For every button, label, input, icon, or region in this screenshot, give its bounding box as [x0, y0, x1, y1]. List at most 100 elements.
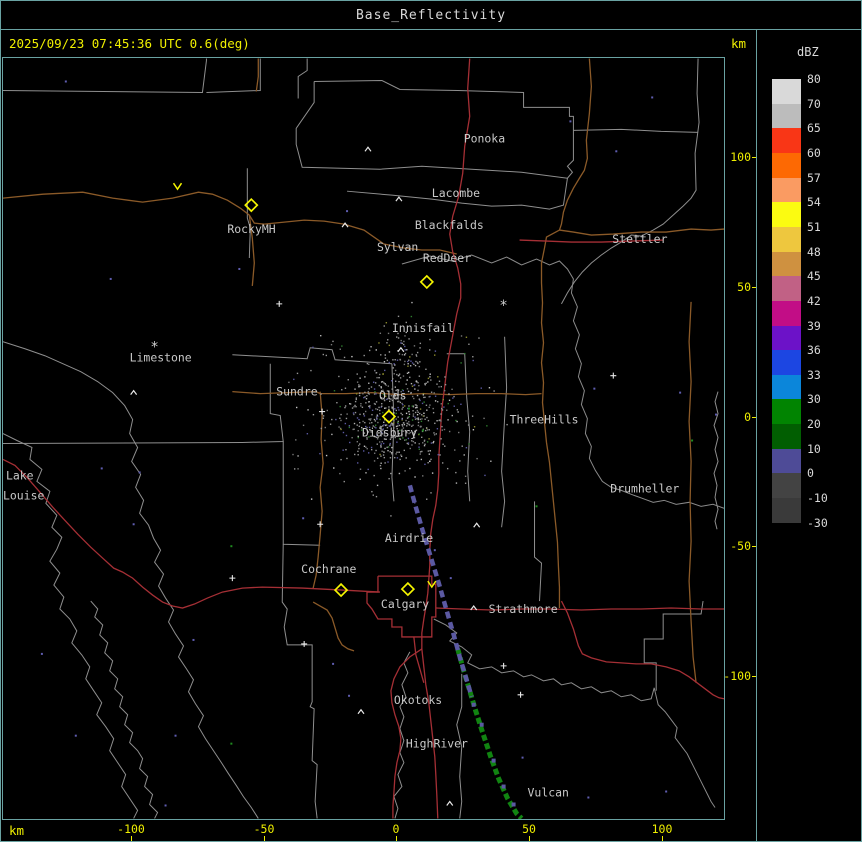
- city-label: Louise: [3, 488, 44, 502]
- caret-marker-icon: [395, 196, 403, 202]
- right-axis-tick-label: -100: [723, 669, 751, 683]
- streak-echo-bead: [471, 702, 476, 707]
- legend-tick-label: 70: [807, 96, 821, 111]
- noise-speck-green: [407, 407, 410, 410]
- legend-unit-label: dBZ: [797, 45, 819, 59]
- bottom-axis-tick-label: 0: [392, 822, 400, 836]
- noise-speck-blue: [346, 210, 349, 213]
- legend-swatch: [772, 424, 801, 450]
- city-label: Lake: [6, 468, 34, 482]
- legend-tick-label: -10: [807, 491, 828, 506]
- radar-site-diamond-icon[interactable]: [419, 274, 435, 290]
- noise-speck-blue: [593, 387, 596, 390]
- city-label: Stettler: [612, 232, 667, 246]
- secondary-road-line: [688, 301, 697, 683]
- bottom-axis-tick-label: 100: [651, 822, 673, 836]
- city-label: Limestone: [130, 351, 192, 365]
- noise-speck-blue: [348, 694, 351, 697]
- city-label: Ponoka: [464, 131, 505, 145]
- noise-speck-blue: [679, 391, 682, 394]
- city-label: Strathmore: [489, 602, 558, 616]
- bottom-axis-unit-label: km: [9, 823, 25, 838]
- noise-speck-blue: [332, 662, 335, 665]
- city-label: RockyMH: [227, 222, 275, 236]
- noise-speck-blue: [569, 120, 572, 123]
- legend-swatch: [772, 498, 801, 524]
- radar-site-diamond-icon[interactable]: [400, 581, 416, 597]
- county-boundary-line: [713, 391, 719, 530]
- county-boundary-line: [573, 128, 699, 133]
- noise-speck-blue: [100, 467, 103, 470]
- legend-swatch: [772, 103, 801, 129]
- noise-speck-blue: [174, 734, 177, 737]
- caret-marker-icon: [357, 708, 365, 715]
- county-boundary-line: [90, 600, 159, 819]
- county-boundary-line: [232, 347, 392, 365]
- secondary-road-line: [255, 58, 259, 92]
- caret-marker-icon: [364, 146, 372, 152]
- county-boundary-line: [643, 600, 704, 691]
- bottom-axis-tick-label: 50: [522, 822, 536, 836]
- legend-tick-label: 39: [807, 318, 821, 333]
- highway-line: [3, 458, 380, 609]
- radar-map-canvas[interactable]: **PonokaLacombeBlackfaldsSylvanRedDeerRo…: [3, 58, 724, 819]
- county-boundary-line: [281, 544, 318, 819]
- plus-marker-icon: [610, 372, 617, 379]
- legend-tick-label: 33: [807, 367, 821, 382]
- reflectivity-legend: dBZ 80 70 65 60 57 54 51 48 45 42 39 36 33 30 20 10 0 -10…: [756, 29, 862, 842]
- river-line: [401, 254, 724, 509]
- bottom-axis-tick: [529, 836, 530, 841]
- noise-speck-blue: [615, 150, 618, 153]
- county-boundary-line: [3, 58, 207, 93]
- legend-swatch: [772, 473, 801, 499]
- plus-marker-icon: [229, 575, 236, 582]
- city-label: Drumheller: [610, 481, 679, 495]
- secondary-road-line: [312, 391, 324, 589]
- city-label: Airdrie: [385, 531, 433, 545]
- noise-speck-blue: [192, 638, 195, 641]
- plus-marker-icon: [317, 521, 324, 528]
- streak-echo-green: [455, 648, 524, 819]
- secondary-road-line: [558, 58, 593, 231]
- scan-timestamp: 2025/09/23 07:45:36 UTC 0.6(deg): [9, 36, 250, 51]
- city-label: Calgary: [381, 597, 429, 611]
- caret-marker-icon: [130, 389, 138, 395]
- noise-speck-blue: [421, 527, 424, 530]
- county-boundary-line: [282, 441, 321, 546]
- streak-echo-bead: [511, 802, 516, 807]
- noise-speck-blue: [433, 549, 436, 552]
- bottom-axis-tick: [662, 836, 663, 841]
- legend-tick-label: 30: [807, 392, 821, 407]
- streak-echo-bead: [479, 722, 484, 727]
- city-label: Sundre: [276, 385, 317, 399]
- noise-speck-blue: [164, 804, 167, 807]
- right-axis-tick-label: -50: [730, 539, 751, 553]
- county-boundary-line: [3, 341, 259, 819]
- secondary-road-line: [312, 601, 355, 652]
- noise-speck-blue: [715, 413, 718, 416]
- highway-line: [560, 600, 724, 700]
- caret-marker-icon: [446, 800, 454, 806]
- legend-tick-label: 20: [807, 417, 821, 432]
- noise-speck-blue: [138, 471, 141, 474]
- city-label: RedDeer: [423, 251, 471, 265]
- legend-swatch: [772, 448, 801, 474]
- legend-swatch: [772, 276, 801, 302]
- legend-tick-label: 57: [807, 170, 821, 185]
- noise-speck-blue: [74, 734, 77, 737]
- streak-echo-bead: [491, 758, 496, 763]
- noise-speck-green: [421, 429, 424, 432]
- noise-speck-blue: [587, 796, 590, 799]
- noise-speck-blue: [449, 577, 452, 580]
- county-boundary-line: [561, 58, 700, 305]
- county-boundary-line: [3, 363, 284, 444]
- radar-map[interactable]: * * Ponoka Lacombe Blackfalds Sylvan RedDeer Ro…: [2, 57, 725, 820]
- city-label: Sylvan: [377, 240, 418, 254]
- city-label: HighRiver: [406, 737, 468, 751]
- radar-viewer-window: Base_Reflectivity 2025/09/23 07:45:36 UT…: [0, 0, 862, 842]
- legend-swatch: [772, 399, 801, 425]
- legend-tick-label: 10: [807, 441, 821, 456]
- city-label: Blackfalds: [415, 218, 484, 232]
- noise-speck-blue: [651, 96, 654, 99]
- city-label: Cochrane: [301, 562, 356, 576]
